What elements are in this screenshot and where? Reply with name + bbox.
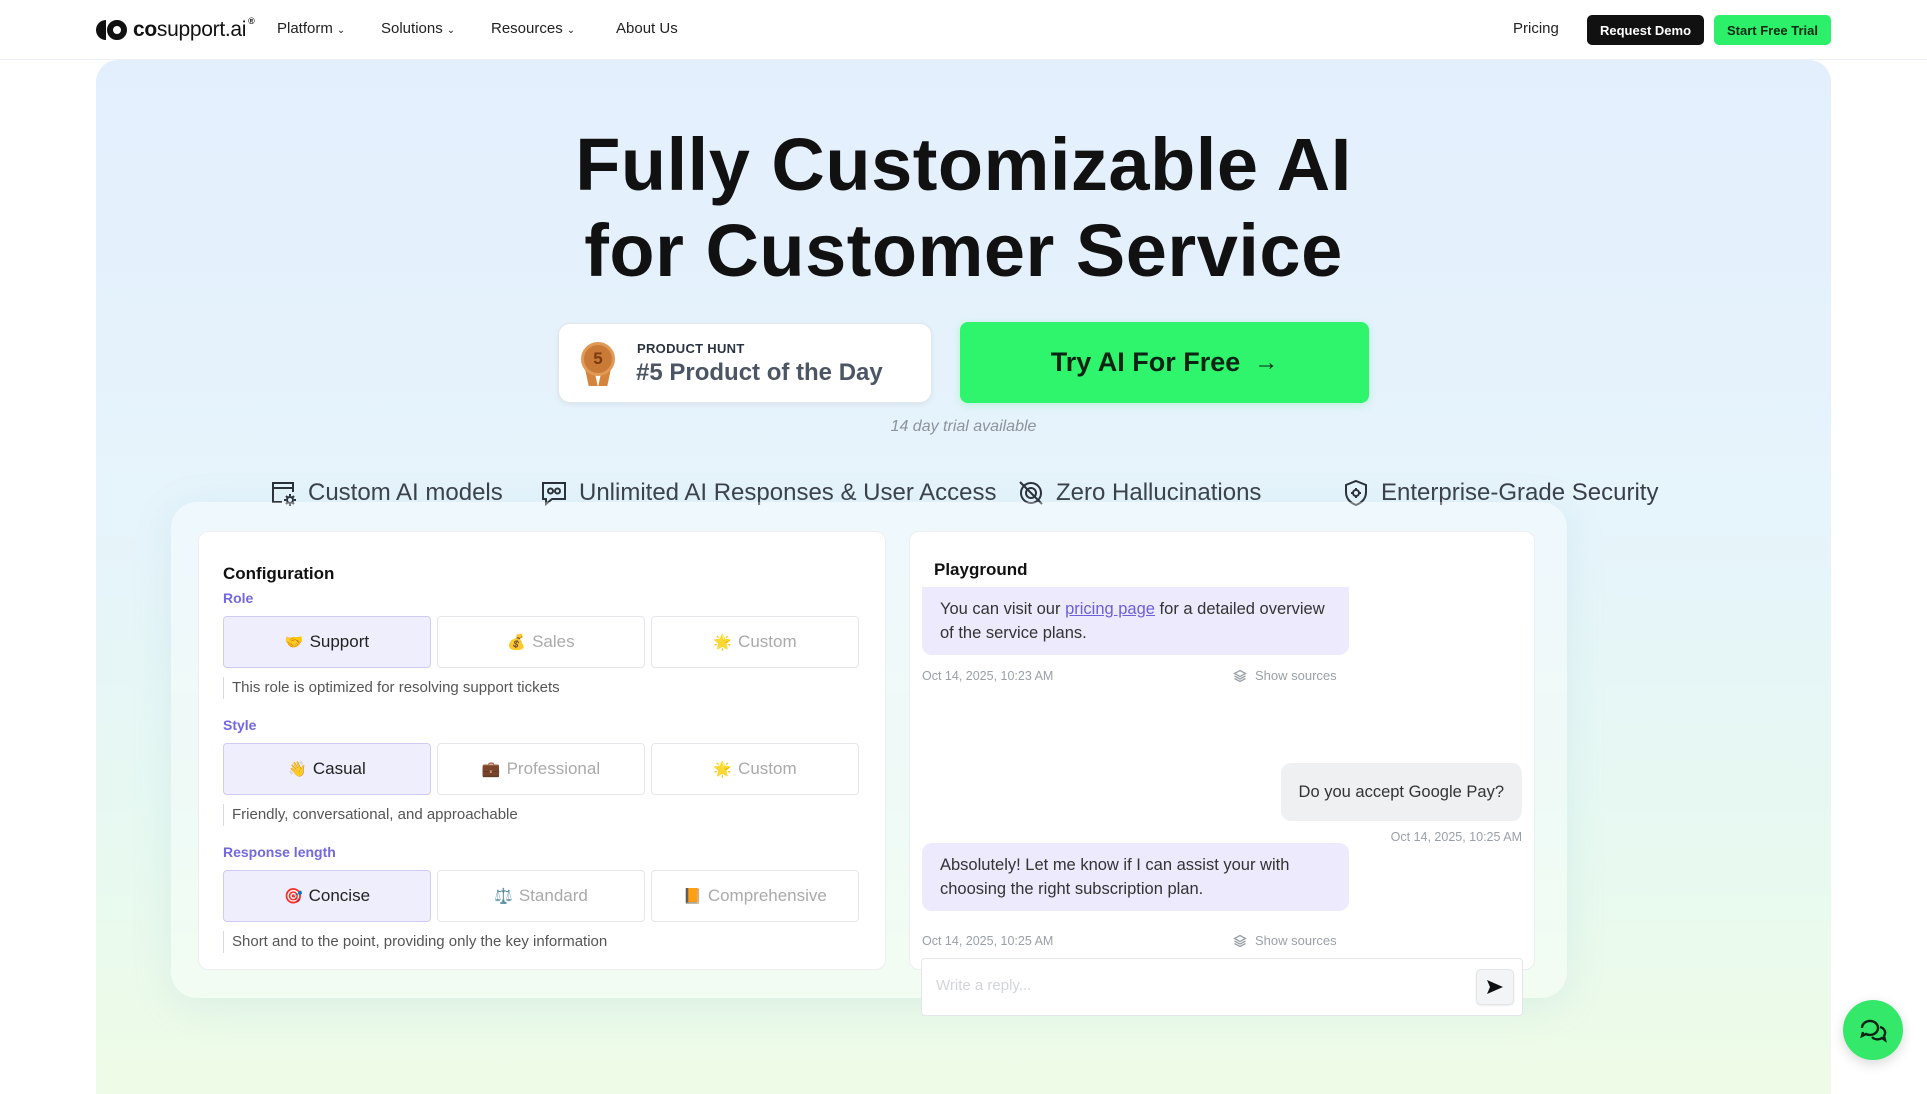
style-label: Style — [223, 717, 257, 733]
message-timestamp: Oct 14, 2025, 10:25 AM — [1390, 830, 1522, 844]
playground-card: Playground You can visit our pricing pag… — [909, 531, 1535, 970]
trial-note: 14 day trial available — [890, 418, 1037, 435]
role-option-sales[interactable]: 💰 Sales — [437, 616, 645, 668]
logo-text: cosupport.ai ® — [133, 16, 255, 41]
send-button[interactable] — [1476, 969, 1514, 1005]
chevron-down-icon: ⌄ — [566, 24, 576, 36]
role-description: This role is optimized for resolving sup… — [223, 677, 560, 699]
response-length-label: Response length — [223, 844, 336, 860]
bot-message: You can visit our pricing page for a det… — [922, 587, 1349, 655]
medal-icon: 5 — [581, 342, 615, 386]
nav-pricing[interactable]: Pricing — [1513, 20, 1559, 37]
length-option-concise[interactable]: 🎯 Concise — [223, 870, 431, 922]
style-option-custom[interactable]: 🌟 Custom — [651, 743, 859, 795]
product-hunt-badge[interactable]: 5 PRODUCT HUNT #5 Product of the Day — [558, 323, 932, 403]
length-option-standard[interactable]: ⚖️ Standard — [437, 870, 645, 922]
length-option-comprehensive[interactable]: 📙 Comprehensive — [651, 870, 859, 922]
user-message: Do you accept Google Pay? — [1280, 763, 1522, 821]
arrow-right-icon: → — [1254, 348, 1279, 376]
playground-title: Playground — [934, 560, 1028, 579]
bot-message: Absolutely! Let me know if I can assist … — [922, 843, 1349, 911]
nav-solutions[interactable]: Solutions ⌄ — [381, 20, 471, 37]
role-option-support[interactable]: 🤝 Support — [223, 616, 431, 668]
nav-resources[interactable]: Resources ⌄ — [491, 20, 591, 37]
hero-title: Fully Customizable AI for Customer Servi… — [575, 123, 1352, 292]
reply-input[interactable] — [936, 977, 1436, 994]
show-sources-button[interactable]: Show sources — [1233, 933, 1337, 948]
send-icon — [1487, 980, 1503, 994]
logo-mark-icon — [96, 20, 127, 40]
message-timestamp: Oct 14, 2025, 10:23 AM — [922, 669, 1054, 683]
message-timestamp: Oct 14, 2025, 10:25 AM — [922, 934, 1054, 948]
start-free-trial-button[interactable]: Start Free Trial — [1714, 15, 1831, 45]
configuration-title: Configuration — [223, 564, 335, 583]
layers-icon — [1233, 934, 1247, 947]
chevron-down-icon: ⌄ — [446, 24, 456, 36]
role-option-custom[interactable]: 🌟 Custom — [651, 616, 859, 668]
style-option-casual[interactable]: 👋 Casual — [223, 743, 431, 795]
configuration-card: Configuration Role 🤝 Support 💰 Sales 🌟 Cust… — [198, 531, 886, 970]
product-hunt-label: PRODUCT HUNT — [637, 341, 745, 356]
pricing-page-link[interactable]: pricing page — [1065, 600, 1155, 618]
try-ai-free-button[interactable]: Try AI For Free → — [960, 322, 1369, 403]
response-length-description: Short and to the point, providing only t… — [223, 931, 607, 953]
style-option-professional[interactable]: 💼 Professional — [437, 743, 645, 795]
style-options: 👋 Casual 💼 Professional 🌟 Custom — [223, 743, 859, 795]
layers-icon — [1233, 669, 1247, 682]
role-options: 🤝 Support 💰 Sales 🌟 Custom — [223, 616, 859, 668]
style-description: Friendly, conversational, and approachab… — [223, 804, 518, 826]
show-sources-button[interactable]: Show sources — [1233, 668, 1337, 683]
logo[interactable]: cosupport.ai ® — [96, 16, 255, 44]
chevron-down-icon: ⌄ — [336, 24, 346, 36]
chat-widget-button[interactable] — [1843, 1000, 1903, 1060]
product-hunt-value: #5 Product of the Day — [636, 359, 883, 386]
reply-box — [921, 958, 1523, 1016]
chat-bubbles-icon — [1860, 1019, 1887, 1043]
nav-platform[interactable]: Platform ⌄ — [277, 20, 367, 37]
response-length-options: 🎯 Concise ⚖️ Standard 📙 Comprehensive — [223, 870, 859, 922]
nav-about-us[interactable]: About Us — [616, 20, 696, 37]
top-nav: cosupport.ai ® Platform ⌄ Solutions ⌄ Resou… — [0, 0, 1927, 60]
role-label: Role — [223, 590, 254, 606]
request-demo-button[interactable]: Request Demo — [1587, 15, 1704, 45]
